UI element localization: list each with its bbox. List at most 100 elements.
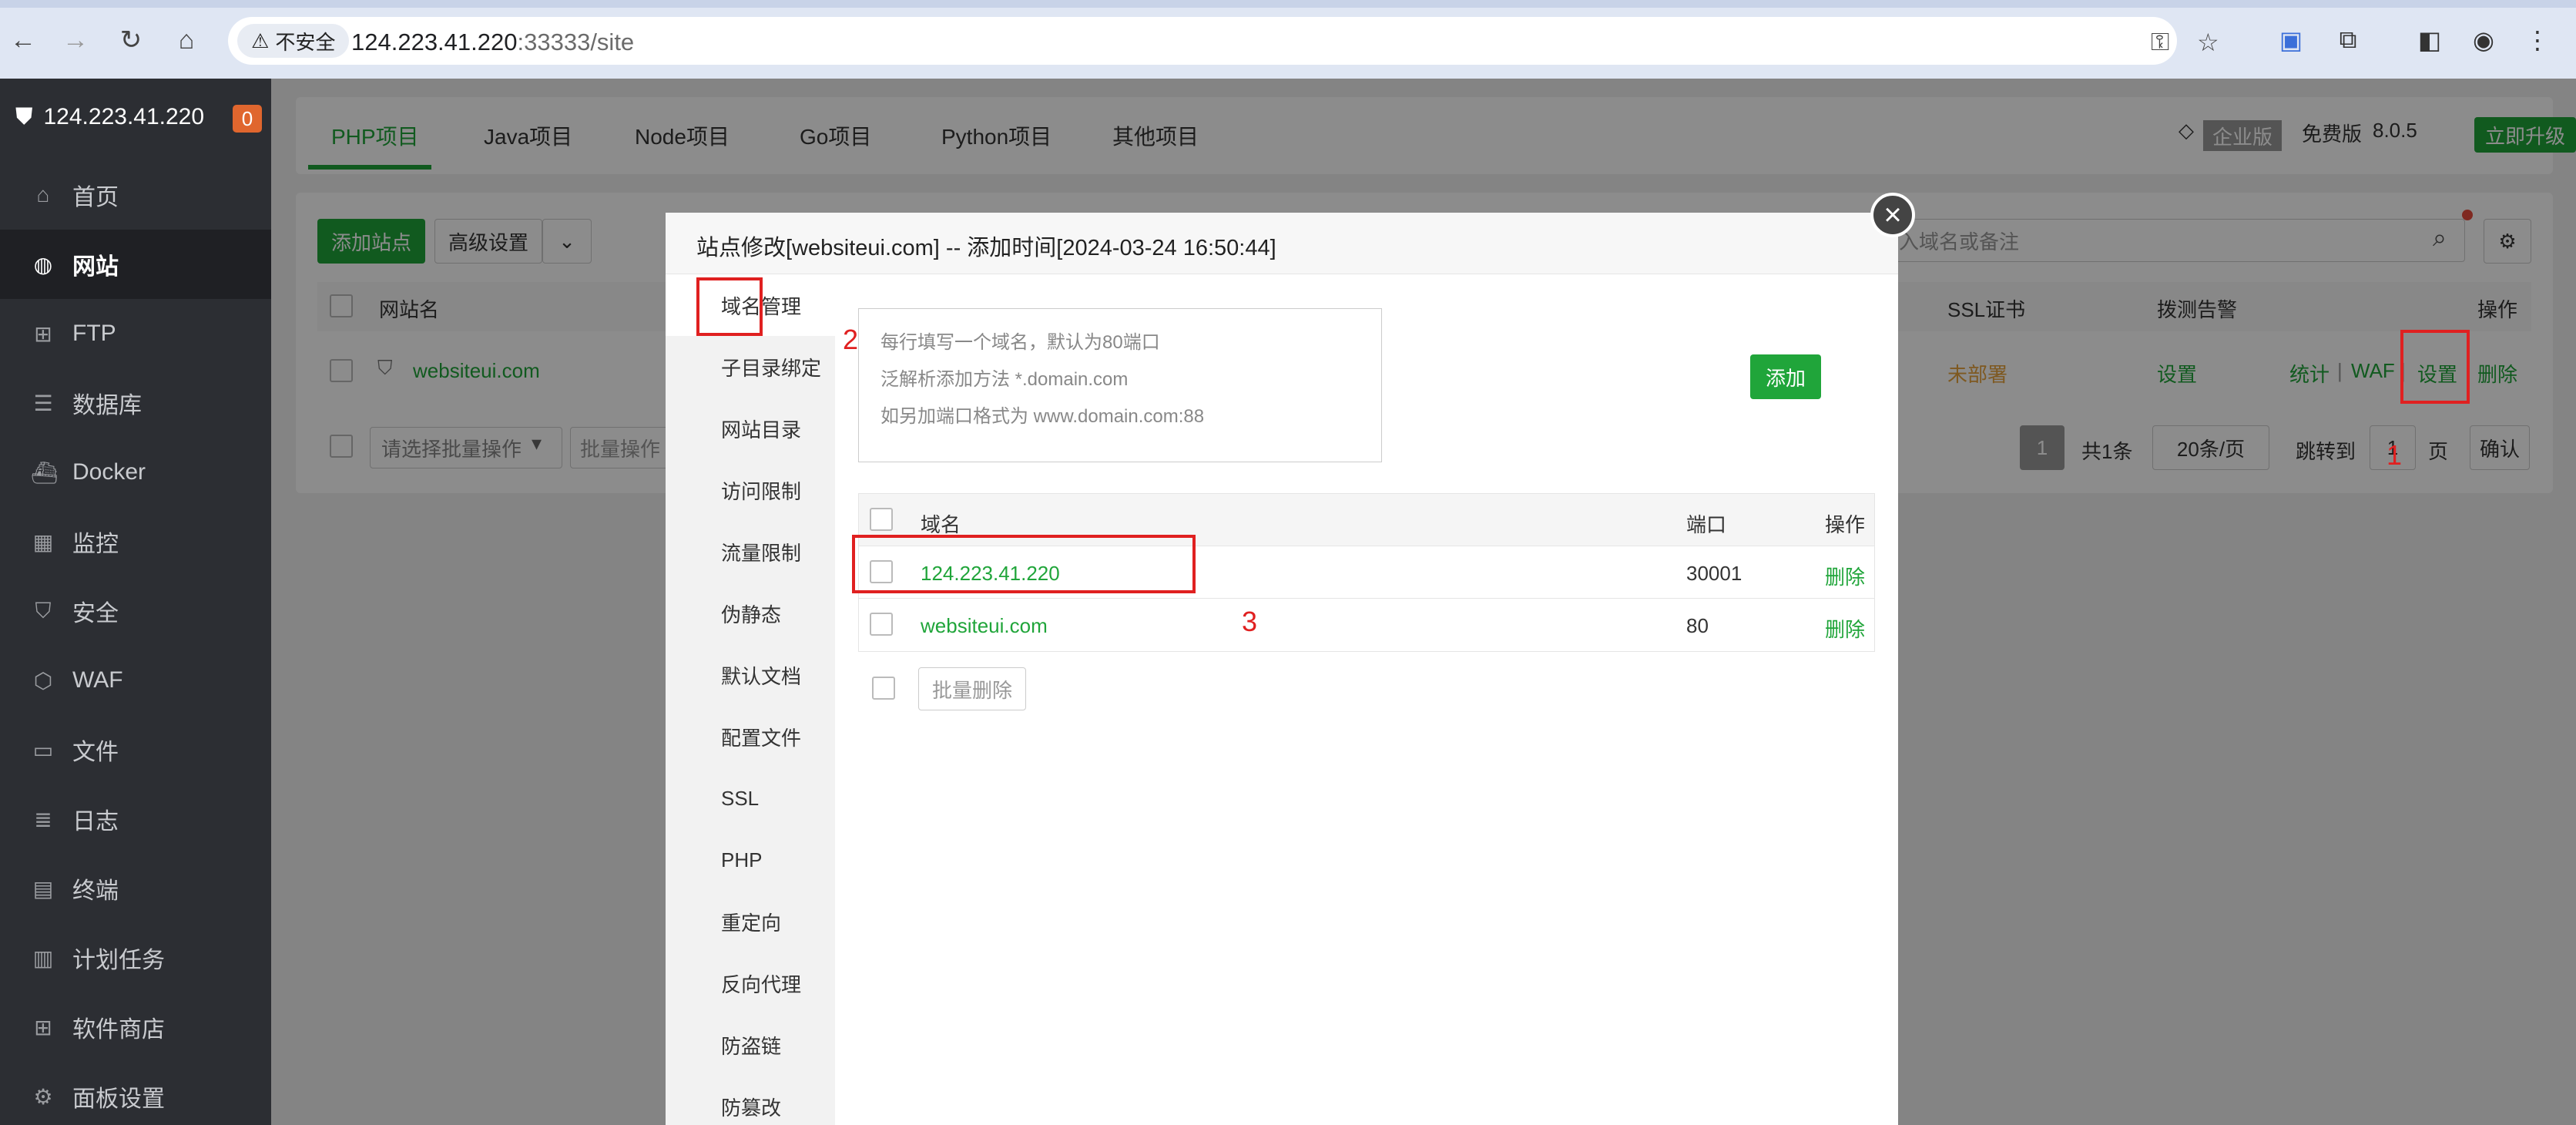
back-icon[interactable]: ← bbox=[6, 23, 40, 57]
modal-nav-item[interactable]: 重定向 bbox=[666, 891, 835, 952]
monitor-icon: ▦ bbox=[32, 529, 54, 554]
gear-icon: ⚙ bbox=[33, 1084, 53, 1109]
modal-nav-item[interactable]: 子目录绑定 bbox=[666, 336, 835, 398]
puzzle-icon[interactable]: ⧉ bbox=[2329, 22, 2366, 59]
more-menu-icon[interactable]: ⋮ bbox=[2519, 22, 2556, 59]
modal-nav: 域名管理 子目录绑定 网站目录 访问限制 流量限制 伪静态 默认文档 配置文件 SSL PHP 重定… bbox=[666, 274, 835, 1125]
modal-nav-item[interactable]: 默认文档 bbox=[666, 644, 835, 706]
sidebar-item-label: Docker bbox=[72, 459, 146, 485]
domain-hint-3: 如另加端口格式为 www.domain.com:88 bbox=[880, 406, 1205, 427]
sidebar-item[interactable]: ⌂ 首页 bbox=[0, 160, 271, 230]
shield-icon: ⛉ bbox=[35, 598, 52, 623]
address-bar[interactable]: ⚠ 不安全 124.223.41.220:33333/site ⚿ ☆ bbox=[228, 17, 2219, 65]
sidebar-item[interactable]: ⛉ 安全 bbox=[0, 576, 271, 646]
port-cell: 30001 bbox=[1686, 562, 1742, 585]
sidebar: ⛊ 124.223.41.220 0 ⌂ 首页 ◍ 网站 ⊞ FTP ☰ 数据库 ⛴ Docker… bbox=[0, 79, 271, 1125]
sidebar-item[interactable]: ▥ 计划任务 bbox=[0, 923, 271, 992]
modal-nav-item[interactable]: 反向代理 bbox=[666, 952, 835, 1014]
database-icon: ☰ bbox=[33, 391, 53, 415]
annotation-3: 3 bbox=[1242, 606, 1258, 637]
modal-header: 站点修改[websiteui.com] -- 添加时间[2024-03-24 1… bbox=[666, 213, 1898, 274]
folder-icon: ▭ bbox=[32, 737, 54, 762]
modal-nav-item[interactable]: 伪静态 bbox=[666, 583, 835, 644]
browser-toolbar: ← → ↻ ⌂ ⚠ 不安全 124.223.41.220:33333/site … bbox=[0, 0, 2576, 79]
sidebar-item-label: 面板设置 bbox=[72, 1086, 165, 1112]
modal-title: 站点修改[websiteui.com] -- 添加时间[2024-03-24 1… bbox=[696, 236, 1276, 260]
home-icon[interactable]: ⌂ bbox=[169, 23, 203, 57]
col-domain: 域名 bbox=[921, 513, 961, 536]
globe-icon: ◍ bbox=[33, 252, 53, 277]
sidebar-item-label: 日志 bbox=[72, 809, 119, 835]
sidebar-item[interactable]: ⊞ 软件商店 bbox=[0, 992, 271, 1062]
url-host: 124.223.41.220 bbox=[351, 29, 518, 55]
sidebar-item[interactable]: ☰ 数据库 bbox=[0, 368, 271, 438]
sidebar-item[interactable]: ◍ 网站 bbox=[0, 230, 271, 299]
batch-delete-checkbox[interactable] bbox=[872, 677, 895, 700]
domain-hint-1: 每行填写一个域名，默认为80端口 bbox=[880, 332, 1160, 353]
port-cell: 80 bbox=[1686, 614, 1709, 637]
table-row: websiteui.com 80 删除 bbox=[859, 599, 1874, 651]
log-icon: ≣ bbox=[34, 807, 52, 831]
waf-icon: ⬡ bbox=[33, 668, 53, 693]
home-icon: ⌂ bbox=[36, 183, 50, 207]
sidebar-item-label: WAF bbox=[72, 667, 123, 693]
sidepanel-icon[interactable]: ◧ bbox=[2411, 22, 2448, 59]
sidebar-item[interactable]: ▤ 终端 bbox=[0, 854, 271, 923]
warning-icon: ⚠ bbox=[251, 29, 270, 52]
delete-domain-link[interactable]: 删除 bbox=[1825, 562, 1865, 590]
batch-delete-button[interactable]: 批量删除 bbox=[918, 667, 1026, 710]
server-header: ⛊ 124.223.41.220 bbox=[0, 79, 271, 156]
modal-nav-item[interactable]: 防篡改 bbox=[666, 1076, 835, 1125]
ftp-icon: ⊞ bbox=[34, 321, 52, 346]
modal-nav-item[interactable]: PHP bbox=[666, 829, 835, 891]
key-icon[interactable]: ⚿ bbox=[2151, 28, 2169, 57]
sidebar-item-label: 软件商店 bbox=[72, 1017, 165, 1043]
modal-nav-item[interactable]: 流量限制 bbox=[666, 521, 835, 583]
annotation-box-settings bbox=[2400, 330, 2470, 404]
url-text[interactable]: 124.223.41.220:33333/site bbox=[351, 29, 634, 56]
sidebar-item[interactable]: ⛴ Docker bbox=[0, 438, 271, 507]
calendar-icon: ▥ bbox=[32, 945, 54, 970]
row-checkbox[interactable] bbox=[870, 613, 893, 636]
sidebar-item[interactable]: ⊞ FTP bbox=[0, 299, 271, 368]
annotation-2: 2 bbox=[843, 324, 859, 355]
sidebar-item[interactable]: ▦ 监控 bbox=[0, 507, 271, 576]
col-port: 端口 bbox=[1686, 513, 1727, 536]
modal-nav-item[interactable]: 网站目录 bbox=[666, 398, 835, 459]
star-icon[interactable]: ☆ bbox=[2197, 28, 2219, 57]
modal-nav-item[interactable]: SSL bbox=[666, 767, 835, 829]
sidebar-item-label: 终端 bbox=[72, 878, 119, 904]
sidebar-item-label: 计划任务 bbox=[72, 948, 165, 973]
sidebar-item[interactable]: ⚙ 面板设置 bbox=[0, 1062, 271, 1125]
sidebar-item-label: 监控 bbox=[72, 532, 119, 557]
sidebar-item[interactable]: ▭ 文件 bbox=[0, 715, 271, 784]
delete-domain-link[interactable]: 删除 bbox=[1825, 614, 1865, 643]
sidebar-item[interactable]: ⬡ WAF bbox=[0, 646, 271, 715]
url-path: :33333/site bbox=[517, 29, 635, 55]
server-ip: 124.223.41.220 bbox=[43, 104, 205, 129]
sidebar-item-label: 文件 bbox=[72, 740, 119, 765]
domain-cell[interactable]: websiteui.com bbox=[921, 614, 1048, 638]
modal-nav-item[interactable]: 配置文件 bbox=[666, 706, 835, 767]
security-chip[interactable]: ⚠ 不安全 bbox=[237, 24, 350, 58]
annotation-box-domain-row bbox=[852, 535, 1196, 593]
domain-input[interactable]: 每行填写一个域名，默认为80端口 泛解析添加方法 *.domain.com 如另… bbox=[858, 308, 1382, 462]
profile-avatar-icon[interactable]: ◉ bbox=[2465, 22, 2502, 59]
domain-hint-2: 泛解析添加方法 *.domain.com bbox=[880, 369, 1129, 390]
modal-nav-item[interactable]: 访问限制 bbox=[666, 459, 835, 521]
docker-icon: ⛴ bbox=[31, 460, 59, 485]
modal-nav-item[interactable]: 防盗链 bbox=[666, 1014, 835, 1076]
col-domain-ops: 操作 bbox=[1825, 513, 1866, 536]
sidebar-item-label: 网站 bbox=[72, 254, 119, 280]
close-icon[interactable]: × bbox=[1870, 193, 1915, 237]
sidebar-item-label: FTP bbox=[72, 321, 116, 346]
notification-badge[interactable]: 0 bbox=[233, 105, 262, 133]
apps-icon: ⊞ bbox=[34, 1015, 52, 1039]
sidebar-item[interactable]: ≣ 日志 bbox=[0, 784, 271, 854]
add-domain-button[interactable]: 添加 bbox=[1750, 354, 1821, 399]
extension-icon[interactable]: ▣ bbox=[2272, 22, 2309, 59]
domain-select-all-checkbox[interactable] bbox=[870, 508, 893, 531]
reload-icon[interactable]: ↻ bbox=[114, 23, 148, 57]
forward-icon[interactable]: → bbox=[59, 23, 92, 57]
sidebar-item-label: 首页 bbox=[72, 185, 119, 210]
